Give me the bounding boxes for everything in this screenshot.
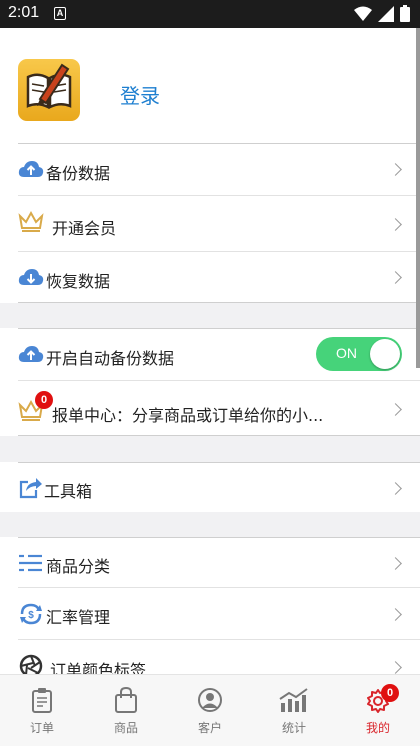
share-box-icon bbox=[19, 478, 42, 499]
product-category-item[interactable]: 商品分类 bbox=[18, 537, 420, 587]
chevron-right-icon bbox=[389, 482, 402, 495]
wifi-icon bbox=[354, 6, 372, 21]
restore-data-label: 恢复数据 bbox=[46, 272, 111, 291]
battery-icon bbox=[400, 5, 410, 22]
tab-orders[interactable]: 订单 bbox=[0, 675, 84, 746]
tab-mine[interactable]: 0 我的 bbox=[336, 675, 420, 746]
chevron-right-icon bbox=[389, 608, 402, 621]
cloud-upload-icon bbox=[18, 346, 44, 362]
bottom-tab-bar: 订单 商品 客户 统计 0 我的 bbox=[0, 674, 420, 746]
auto-backup-group: 开启自动备份数据 ON 0 报单中心：分享商品或订单给你的小... bbox=[0, 328, 420, 436]
data-management-group: 备份数据 开通会员 恢复数据 bbox=[0, 143, 420, 303]
user-icon bbox=[198, 688, 222, 712]
aperture-icon bbox=[19, 654, 43, 674]
report-badge: 0 bbox=[35, 391, 53, 409]
tab-mine-label: 我的 bbox=[365, 721, 390, 735]
auto-backup-label: 开启自动备份数据 bbox=[46, 349, 175, 368]
membership-item[interactable]: 开通会员 bbox=[18, 195, 420, 251]
system-icons bbox=[354, 5, 410, 22]
chart-icon bbox=[279, 688, 308, 712]
auto-backup-item: 开启自动备份数据 ON bbox=[18, 328, 420, 380]
crown-icon bbox=[18, 210, 44, 232]
signal-icon bbox=[378, 5, 394, 22]
exchange-rate-item[interactable]: $ 汇率管理 bbox=[18, 587, 420, 639]
settings-content: 登录 备份数据 开通会员 恢复数据 开启自动备份数据 ON 0 报单中心：分享商… bbox=[0, 28, 420, 674]
backup-data-label: 备份数据 bbox=[46, 164, 111, 183]
chevron-right-icon bbox=[389, 403, 402, 416]
chevron-right-icon bbox=[389, 557, 402, 570]
login-link[interactable]: 登录 bbox=[120, 80, 160, 109]
divider bbox=[18, 435, 420, 436]
divider bbox=[18, 302, 420, 303]
toolbox-label: 工具箱 bbox=[44, 482, 93, 501]
tab-products[interactable]: 商品 bbox=[84, 675, 168, 746]
cloud-download-icon bbox=[18, 269, 44, 285]
tab-customers-label: 客户 bbox=[197, 721, 222, 735]
toggle-knob bbox=[370, 339, 400, 369]
notification-icon: A bbox=[54, 7, 66, 20]
tab-statistics-label: 统计 bbox=[281, 721, 306, 735]
profile-header: 登录 bbox=[0, 28, 420, 143]
exchange-rate-label: 汇率管理 bbox=[46, 608, 111, 627]
tab-products-label: 商品 bbox=[113, 721, 138, 735]
mine-badge: 0 bbox=[381, 684, 399, 702]
shopping-bag-icon bbox=[115, 687, 137, 713]
order-color-tag-item[interactable]: 订单颜色标签 bbox=[18, 639, 420, 674]
tab-customers[interactable]: 客户 bbox=[168, 675, 252, 746]
exchange-icon: $ bbox=[20, 603, 42, 625]
membership-label: 开通会员 bbox=[52, 219, 117, 238]
order-color-tag-label: 订单颜色标签 bbox=[50, 661, 147, 674]
auto-backup-toggle[interactable]: ON bbox=[316, 337, 402, 371]
chevron-right-icon bbox=[389, 218, 402, 231]
chevron-right-icon bbox=[389, 271, 402, 284]
cloud-upload-icon bbox=[18, 161, 44, 177]
toggle-on-label: ON bbox=[336, 345, 357, 361]
chevron-right-icon bbox=[389, 661, 402, 674]
settings-group: 商品分类 $ 汇率管理 订单颜色标签 bbox=[0, 537, 420, 674]
status-bar: 2:01 A bbox=[0, 0, 420, 28]
report-center-item[interactable]: 0 报单中心：分享商品或订单给你的小... bbox=[18, 380, 420, 436]
app-logo-book-icon bbox=[18, 59, 80, 121]
product-category-label: 商品分类 bbox=[46, 557, 111, 576]
toolbox-item[interactable]: 工具箱 bbox=[18, 462, 420, 512]
backup-data-item[interactable]: 备份数据 bbox=[18, 143, 420, 195]
toolbox-group: 工具箱 bbox=[0, 462, 420, 512]
clipboard-icon bbox=[32, 688, 52, 713]
svg-text:$: $ bbox=[28, 610, 34, 621]
report-center-label: 报单中心：分享商品或订单给你的小... bbox=[52, 406, 324, 425]
scrollbar[interactable] bbox=[416, 28, 420, 368]
tab-orders-label: 订单 bbox=[29, 721, 54, 735]
restore-data-item[interactable]: 恢复数据 bbox=[18, 251, 420, 303]
tab-statistics[interactable]: 统计 bbox=[252, 675, 336, 746]
list-icon bbox=[19, 554, 42, 572]
status-time: 2:01 bbox=[8, 4, 40, 21]
chevron-right-icon bbox=[389, 163, 402, 176]
